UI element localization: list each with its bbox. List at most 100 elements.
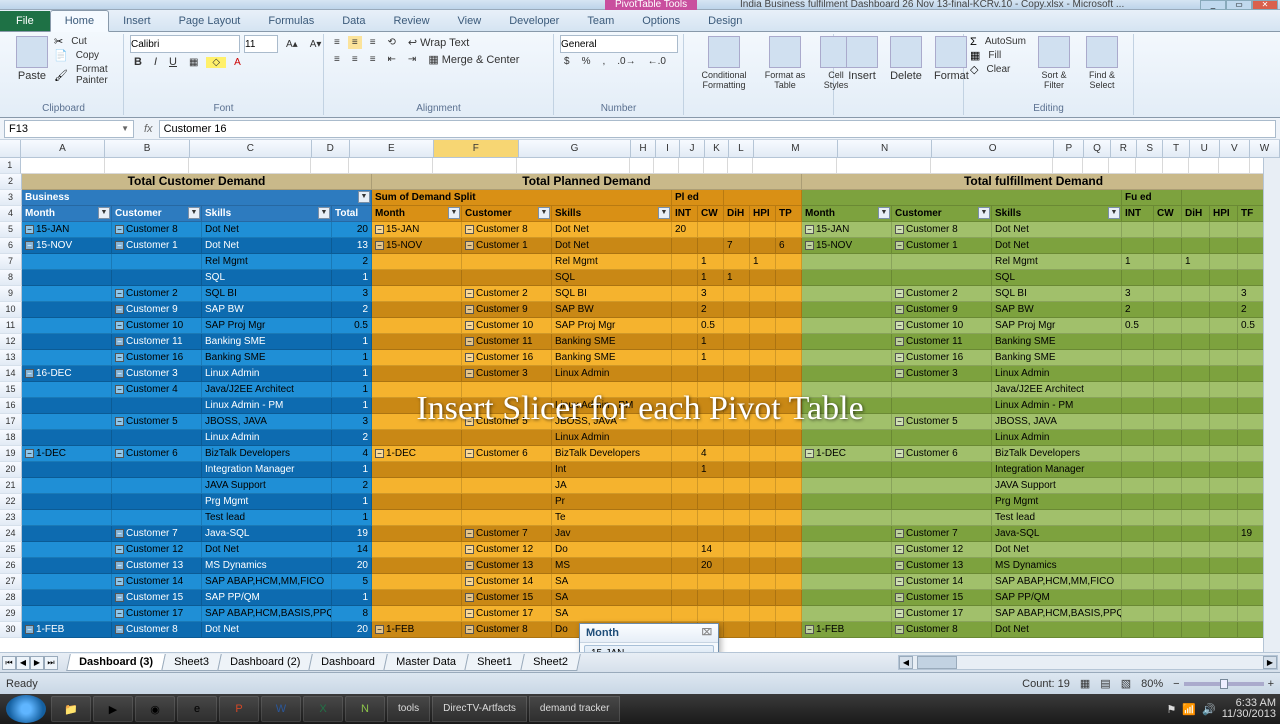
filter-dropdown[interactable]: ▼: [878, 207, 890, 219]
ribbon-tab-home[interactable]: Home: [50, 10, 109, 32]
row-header[interactable]: 18: [0, 430, 22, 446]
filter-dropdown[interactable]: ▼: [448, 207, 460, 219]
name-box[interactable]: F13▼: [4, 120, 134, 138]
orientation-button[interactable]: ⟲: [384, 36, 400, 49]
row-header[interactable]: 16: [0, 398, 22, 414]
currency-button[interactable]: $: [560, 55, 574, 68]
fx-icon[interactable]: fx: [144, 123, 153, 135]
row-header[interactable]: 2: [0, 174, 22, 190]
col-header-A[interactable]: A: [21, 140, 106, 157]
insert-cells-button[interactable]: Insert: [840, 34, 884, 115]
ribbon-tab-file[interactable]: File: [0, 11, 50, 31]
delete-cells-button[interactable]: Delete: [884, 34, 928, 115]
percent-button[interactable]: %: [578, 55, 595, 68]
formula-bar[interactable]: Customer 16: [159, 120, 1276, 138]
align-bot[interactable]: ≡: [366, 36, 380, 49]
col-header-Q[interactable]: Q: [1084, 140, 1110, 157]
view-pagebreak-button[interactable]: ▧: [1121, 677, 1131, 690]
col-header-H[interactable]: H: [631, 140, 655, 157]
row-header[interactable]: 22: [0, 494, 22, 510]
row-header[interactable]: 27: [0, 574, 22, 590]
col-header-R[interactable]: R: [1111, 140, 1137, 157]
taskbar-task[interactable]: DirecTV-Artfacts: [432, 696, 527, 722]
row-header[interactable]: 25: [0, 542, 22, 558]
row-header[interactable]: 17: [0, 414, 22, 430]
system-tray[interactable]: ⚑ 📶 🔊 6:33 AM11/30/2013: [1166, 698, 1276, 720]
row-header[interactable]: 6: [0, 238, 22, 254]
col-header-P[interactable]: P: [1054, 140, 1084, 157]
sheet-nav-first[interactable]: ⏮: [2, 656, 16, 670]
close-button[interactable]: ✕: [1252, 0, 1278, 10]
col-header-M[interactable]: M: [754, 140, 839, 157]
ribbon-tab-formulas[interactable]: Formulas: [254, 11, 328, 31]
underline-button[interactable]: U: [165, 55, 181, 69]
col-header-G[interactable]: G: [519, 140, 632, 157]
view-normal-button[interactable]: ▦: [1080, 677, 1090, 690]
border-button[interactable]: ▦: [185, 56, 202, 69]
grow-font-button[interactable]: A▴: [282, 38, 302, 51]
excel-icon[interactable]: X: [303, 696, 343, 722]
taskbar-task[interactable]: demand tracker: [529, 696, 620, 722]
word-icon[interactable]: W: [261, 696, 301, 722]
ribbon-tab-developer[interactable]: Developer: [495, 11, 573, 31]
font-color-button[interactable]: A: [230, 56, 245, 69]
start-button[interactable]: [6, 695, 46, 723]
tray-network-icon[interactable]: 📶: [1182, 703, 1196, 716]
ribbon-tab-insert[interactable]: Insert: [109, 11, 165, 31]
font-name-select[interactable]: [130, 35, 240, 53]
indent-inc[interactable]: ⇥: [404, 53, 420, 66]
merge-center-button[interactable]: ▦ Merge & Center: [424, 52, 523, 67]
fill-button[interactable]: Fill: [984, 49, 1005, 62]
ribbon-tab-team[interactable]: Team: [573, 11, 628, 31]
filter-dropdown[interactable]: ▼: [98, 207, 110, 219]
row-header[interactable]: 15: [0, 382, 22, 398]
row-header[interactable]: 26: [0, 558, 22, 574]
sheet-tab[interactable]: Dashboard: [308, 654, 387, 671]
ribbon-tab-design[interactable]: Design: [694, 11, 756, 31]
col-header-D[interactable]: D: [312, 140, 350, 157]
explorer-icon[interactable]: 📁: [51, 696, 91, 722]
notepad-icon[interactable]: N: [345, 696, 385, 722]
italic-button[interactable]: I: [150, 55, 161, 69]
row-header[interactable]: 14: [0, 366, 22, 382]
row-header[interactable]: 29: [0, 606, 22, 622]
row-header[interactable]: 11: [0, 318, 22, 334]
dec-decimal[interactable]: ←.0: [644, 55, 670, 68]
align-mid[interactable]: ≡: [348, 36, 362, 49]
row-header[interactable]: 20: [0, 462, 22, 478]
tray-volume-icon[interactable]: 🔊: [1202, 703, 1216, 716]
format-painter-button[interactable]: Format Painter: [72, 63, 117, 87]
col-header-L[interactable]: L: [729, 140, 753, 157]
sheet-nav-prev[interactable]: ◀: [16, 656, 30, 670]
row-header[interactable]: 4: [0, 206, 22, 222]
col-header-U[interactable]: U: [1190, 140, 1220, 157]
vertical-scrollbar[interactable]: [1263, 158, 1280, 652]
col-header-B[interactable]: B: [105, 140, 190, 157]
fill-color-button[interactable]: ◇: [206, 57, 226, 68]
filter-dropdown[interactable]: ▼: [658, 207, 670, 219]
col-header-W[interactable]: W: [1250, 140, 1280, 157]
ribbon-tab-data[interactable]: Data: [328, 11, 379, 31]
slicer-clear-icon[interactable]: ⌧: [702, 627, 712, 639]
paste-button[interactable]: Paste: [10, 34, 54, 88]
col-header-K[interactable]: K: [705, 140, 729, 157]
sheet-nav-last[interactable]: ⏭: [44, 656, 58, 670]
ribbon-tab-page-layout[interactable]: Page Layout: [165, 11, 255, 31]
minimize-button[interactable]: _: [1200, 0, 1226, 10]
taskbar-task[interactable]: tools: [387, 696, 430, 722]
sheet-tab[interactable]: Sheet3: [161, 654, 221, 671]
ribbon-tab-review[interactable]: Review: [379, 11, 443, 31]
clear-button[interactable]: Clear: [982, 63, 1014, 76]
shrink-font-button[interactable]: A▾: [306, 38, 326, 51]
sheet-nav-next[interactable]: ▶: [30, 656, 44, 670]
row-header[interactable]: 3: [0, 190, 22, 206]
sheet-tab[interactable]: Master Data: [383, 654, 469, 671]
row-header[interactable]: 13: [0, 350, 22, 366]
col-header-C[interactable]: C: [190, 140, 312, 157]
view-layout-button[interactable]: ▤: [1100, 677, 1110, 690]
row-header[interactable]: 19: [0, 446, 22, 462]
inc-decimal[interactable]: .0→: [613, 55, 639, 68]
find-select-button[interactable]: Find & Select: [1078, 34, 1126, 92]
taskbar-clock[interactable]: 6:33 AM11/30/2013: [1222, 698, 1276, 720]
filter-dropdown[interactable]: ▼: [978, 207, 990, 219]
